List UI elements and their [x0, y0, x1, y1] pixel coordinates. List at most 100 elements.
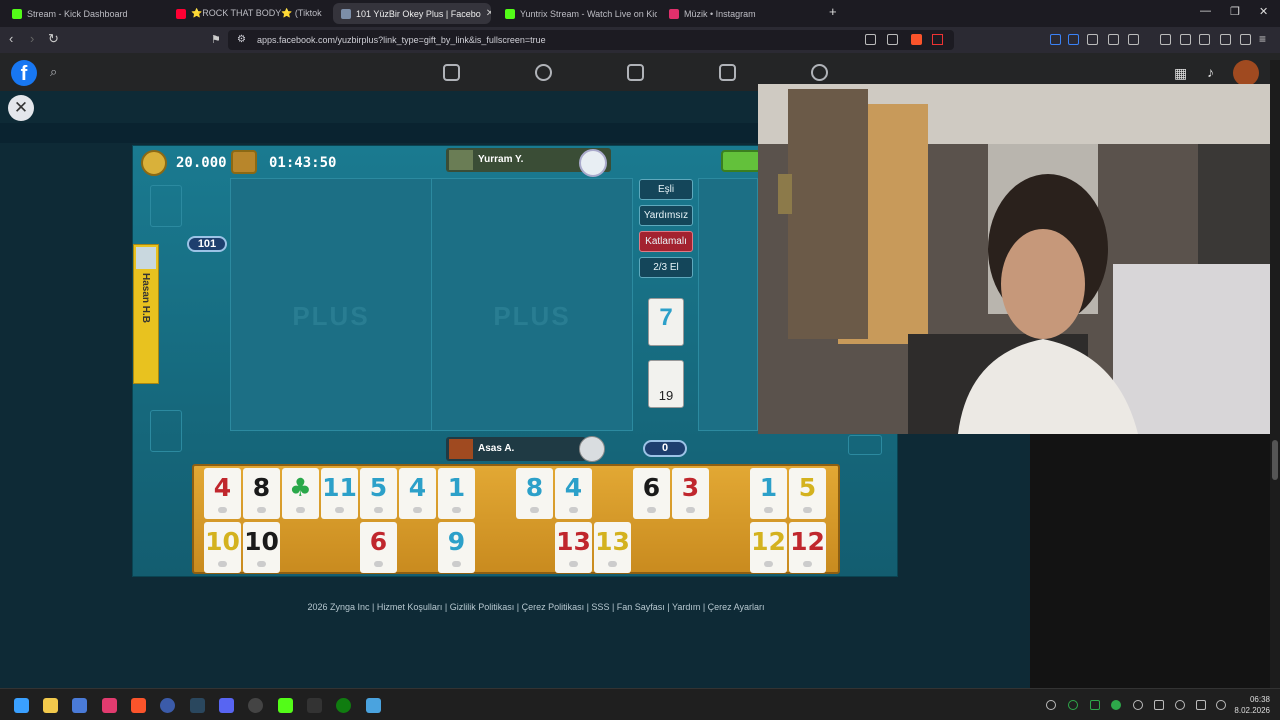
cast-icon[interactable] — [865, 34, 876, 45]
treasure-chest-icon[interactable] — [231, 150, 257, 174]
search-icon[interactable]: ⌕ — [50, 64, 57, 80]
rack-tile[interactable]: 6 — [633, 468, 670, 519]
brave-rewards-icon[interactable] — [932, 34, 943, 45]
tray-icon[interactable] — [1046, 700, 1056, 710]
screenshot-icon[interactable] — [1128, 34, 1139, 45]
draw-pile[interactable]: 19 — [648, 360, 684, 408]
site-settings-icon[interactable]: ⚙ — [237, 34, 246, 45]
notifications-icon[interactable]: ♪ — [1207, 64, 1214, 80]
new-tab-button[interactable]: + — [829, 4, 837, 19]
network-icon[interactable] — [1196, 700, 1206, 710]
discord-icon[interactable] — [219, 698, 234, 713]
left-discard-slot[interactable] — [150, 185, 182, 227]
tab-kick-dashboard[interactable]: Stream - Kick Dashboard — [4, 3, 164, 24]
profile-avatar[interactable] — [1233, 60, 1259, 86]
rack-tile[interactable]: 3 — [672, 468, 709, 519]
puzzle-icon[interactable] — [1108, 34, 1119, 45]
rack-tile[interactable]: 13 — [594, 522, 631, 573]
discard-area-left[interactable]: PLUS — [230, 178, 432, 431]
tab-rock-that-body[interactable]: ⭐ROCK THAT BODY⭐ (Tiktok — [168, 3, 328, 24]
address-bar[interactable]: ⚙ apps.facebook.com/yuzbirplus?link_type… — [228, 30, 954, 50]
friends-icon[interactable] — [535, 64, 552, 81]
left-player-card[interactable]: Hasan H.B — [133, 244, 159, 384]
brave-shields-icon[interactable] — [911, 34, 922, 45]
tray-icon[interactable] — [1133, 700, 1143, 710]
settings-app-icon[interactable] — [366, 698, 381, 713]
rack-tile[interactable]: 5 — [360, 468, 397, 519]
scrollbar-thumb[interactable] — [1272, 440, 1278, 480]
close-fullscreen-button[interactable]: ✕ — [8, 95, 34, 121]
footer-links[interactable]: 2026 Zynga Inc | Hizmet Koşulları | Gizl… — [0, 602, 1030, 612]
brave-browser-icon[interactable] — [131, 698, 146, 713]
tab-instagram-muzik[interactable]: Müzik • Instagram — [661, 3, 821, 24]
obs-icon[interactable] — [248, 698, 263, 713]
usb-icon[interactable] — [1154, 700, 1164, 710]
volume-icon[interactable] — [1216, 700, 1226, 710]
rack-tile[interactable]: 4 — [204, 468, 241, 519]
marketplace-icon[interactable] — [719, 64, 736, 81]
share-icon[interactable] — [887, 34, 898, 45]
browser-app-icon[interactable] — [160, 698, 175, 713]
restore-icon[interactable]: ❐ — [1230, 5, 1240, 18]
close-tab-icon[interactable]: ✕ — [486, 8, 491, 19]
close-window-icon[interactable]: ✕ — [1259, 5, 1268, 18]
rack-tile[interactable]: 12 — [750, 522, 787, 573]
rack-tile[interactable]: 1 — [438, 468, 475, 519]
media-app-icon[interactable] — [102, 698, 117, 713]
rack-tile[interactable]: ♣ — [282, 468, 319, 519]
rack-tile[interactable]: 5 — [789, 468, 826, 519]
rack-tile[interactable]: 10 — [243, 522, 280, 573]
bottom-left-discard-slot[interactable] — [150, 410, 182, 452]
vpn-icon[interactable] — [1240, 34, 1251, 45]
xbox-icon[interactable] — [336, 698, 351, 713]
tray-icon[interactable] — [1068, 700, 1078, 710]
tray-icon[interactable] — [1111, 700, 1121, 710]
rack-tile[interactable]: 11 — [321, 468, 358, 519]
tray-icon[interactable] — [1090, 700, 1100, 710]
rack-tile[interactable]: 13 — [555, 522, 592, 573]
rack-tile[interactable]: 6 — [360, 522, 397, 573]
rack-tile[interactable]: 4 — [555, 468, 592, 519]
minimize-icon[interactable]: — — [1200, 5, 1211, 17]
file-explorer-icon[interactable] — [43, 698, 58, 713]
groups-icon[interactable] — [811, 64, 828, 81]
bookmark-icon[interactable]: ⚑ — [211, 33, 221, 46]
bottom-player-badge[interactable]: Asas A. — [446, 437, 586, 461]
start-icon[interactable] — [14, 698, 29, 713]
tile-rack[interactable]: 4 8 ♣ 11 5 4 1 8 4 6 3 1 5 10 10 6 9 13 13 12 12 — [192, 464, 840, 574]
facebook-logo[interactable]: f — [11, 60, 37, 86]
discard-area-top[interactable] — [698, 178, 758, 431]
video-icon[interactable] — [627, 64, 644, 81]
leo-ai-icon[interactable] — [1220, 34, 1231, 45]
keyboard-icon[interactable] — [1087, 34, 1098, 45]
right-discard-slot[interactable] — [848, 435, 882, 455]
kick-app-icon[interactable] — [278, 698, 293, 713]
page-scrollbar[interactable] — [1270, 60, 1280, 688]
rack-tile[interactable]: 10 — [204, 522, 241, 573]
discard-area-right[interactable]: PLUS — [431, 178, 633, 431]
rack-tile[interactable]: 8 — [243, 468, 280, 519]
reload-icon[interactable]: ↻ — [48, 31, 59, 47]
sidebar-icon[interactable] — [1180, 34, 1191, 45]
clock[interactable]: 06:38 8.02.2026 — [1234, 694, 1270, 716]
rack-tile[interactable]: 12 — [789, 522, 826, 573]
rack-tile[interactable]: 4 — [399, 468, 436, 519]
rack-tile[interactable]: 1 — [750, 468, 787, 519]
steam-icon[interactable] — [190, 698, 205, 713]
music-icon[interactable] — [1160, 34, 1171, 45]
back-icon[interactable]: ‹ — [9, 31, 13, 46]
tab-okey-plus[interactable]: 101 YüzBir Okey Plus | Facebo ✕ — [333, 3, 491, 24]
extension-icon[interactable] — [1050, 34, 1061, 45]
translate-icon[interactable] — [1068, 34, 1079, 45]
gift-icon[interactable] — [721, 150, 761, 172]
rack-tile[interactable]: 8 — [516, 468, 553, 519]
rack-tile[interactable]: 9 — [438, 522, 475, 573]
epic-games-icon[interactable] — [307, 698, 322, 713]
menu-grid-icon[interactable]: ▦ — [1174, 65, 1187, 82]
microphone-icon[interactable] — [1175, 700, 1185, 710]
tab-yuntrix-stream[interactable]: Yuntrix Stream - Watch Live on Kick — [497, 3, 657, 24]
home-icon[interactable] — [443, 64, 460, 81]
forward-icon[interactable]: › — [30, 31, 34, 46]
menu-icon[interactable]: ≡ — [1259, 32, 1266, 46]
app-icon[interactable] — [72, 698, 87, 713]
